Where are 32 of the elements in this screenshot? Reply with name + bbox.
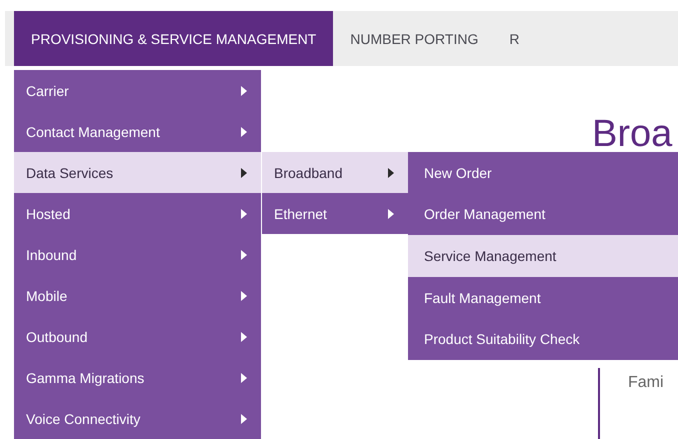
menu-item[interactable]: Ethernet — [262, 193, 408, 234]
submenu-arrow-icon — [241, 208, 247, 218]
submenu-arrow-icon — [241, 86, 247, 96]
nav-tab[interactable]: PROVISIONING & SERVICE MANAGEMENT — [14, 11, 334, 66]
menu-item[interactable]: Carrier — [14, 70, 261, 111]
submenu-arrow-icon — [241, 414, 247, 424]
menu-item[interactable]: Inbound — [14, 234, 261, 275]
submenu-arrow-icon — [241, 126, 247, 136]
menu-item[interactable]: Mobile — [14, 275, 261, 316]
field-label: Fami — [628, 374, 664, 391]
submenu-arrow-icon — [241, 372, 247, 382]
nav-tab[interactable]: R — [492, 11, 534, 66]
menu-item[interactable]: Gamma Migrations — [14, 357, 261, 398]
menu-item[interactable]: New Order — [408, 152, 678, 194]
menu-item[interactable]: Hosted — [14, 193, 261, 234]
menu-item[interactable]: Voice Connectivity — [14, 398, 261, 439]
menu-item[interactable]: Fault Management — [408, 276, 678, 318]
submenu-arrow-icon — [241, 290, 247, 300]
menu-item[interactable]: Service Management — [408, 235, 678, 277]
menu-item[interactable]: Outbound — [14, 316, 261, 357]
nav-tab[interactable]: NUMBER PORTING — [333, 11, 492, 66]
submenu-arrow-icon — [241, 332, 247, 342]
submenu-arrow-icon — [241, 168, 247, 178]
menu-item[interactable]: Broadband — [262, 152, 408, 193]
menu-item[interactable]: Data Services — [14, 152, 261, 193]
submenu-arrow-icon — [388, 208, 394, 218]
page-heading: Broa — [592, 115, 674, 153]
menu-item[interactable]: Order Management — [408, 194, 678, 236]
menu-item[interactable]: Product Suitability Check — [408, 318, 678, 360]
submenu-arrow-icon — [388, 168, 394, 178]
submenu-arrow-icon — [241, 250, 247, 260]
menu-item[interactable]: Contact Management — [14, 111, 261, 152]
